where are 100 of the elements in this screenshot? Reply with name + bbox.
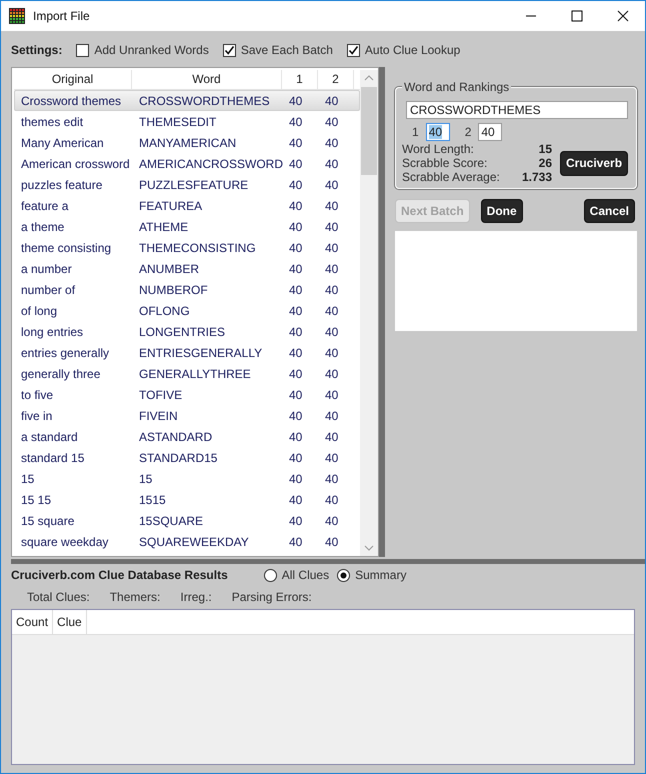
column-header[interactable]: Original	[14, 70, 132, 89]
table-cell-text: ASTANDARD	[138, 430, 214, 444]
table-cell-text: 40	[324, 492, 340, 506]
table-row[interactable]: theme consisting THEMECONSISTING 40 40	[14, 237, 360, 258]
table-row[interactable]: generally three GENERALLYTHREE 40 40	[14, 363, 360, 384]
column-header[interactable]: 1	[282, 70, 318, 89]
stat-label: Word Length:	[402, 142, 475, 156]
table-cell-text: MANYAMERICAN	[138, 136, 238, 150]
table-row[interactable]: of long OFLONG 40 40	[14, 300, 360, 321]
table-cell-text: Crossword themes	[20, 94, 122, 108]
table-cell-text: of long	[20, 304, 58, 318]
table-row[interactable]: square weekday SQUAREWEEKDAY 40 40	[14, 531, 360, 552]
stat-label: Themers:	[110, 590, 160, 604]
table-row[interactable]: entries generally ENTRIESGENERALLY 40 40	[14, 342, 360, 363]
table-row[interactable]: puzzles feature PUZZLESFEATURE 40 40	[14, 174, 360, 195]
table-cell-text: 40	[288, 408, 304, 422]
table-cell-text: 40	[288, 514, 304, 528]
table-row[interactable]: 15 15 40 40	[14, 468, 360, 489]
radio-option[interactable]: All Clues	[264, 568, 330, 582]
table-cell-text: ENTRIESGENERALLY	[138, 346, 264, 360]
checkbox-option[interactable]: Save Each Batch	[222, 43, 333, 57]
table-row[interactable]: a number ANUMBER 40 40	[14, 258, 360, 279]
table-row[interactable]: themes edit THEMESEDIT 40 40	[14, 111, 360, 132]
table-cell-text: 40	[288, 472, 304, 486]
table-cell-text: five in	[20, 408, 54, 422]
table-cell-text: 40	[324, 282, 340, 296]
table-cell-text: 40	[324, 156, 340, 170]
column-header[interactable]: Word	[132, 70, 282, 89]
table-row[interactable]: 15 15 1515 40 40	[14, 489, 360, 510]
ranking-field[interactable]: 40	[426, 123, 450, 141]
table-row[interactable]: to five TOFIVE 40 40	[14, 384, 360, 405]
table-cell-text: 40	[324, 472, 340, 486]
table-row[interactable]: five in FIVEIN 40 40	[14, 405, 360, 426]
table-cell-text: LONGENTRIES	[138, 324, 226, 338]
ranking-field[interactable]: 40	[478, 123, 502, 141]
table-row[interactable]: a theme ATHEME 40 40	[14, 216, 360, 237]
table-cell-text: AMERICANCROSSWORD	[138, 156, 283, 170]
checkbox-option[interactable]: Add Unranked Words	[76, 43, 209, 57]
table-cell-text: theme consisting	[20, 240, 112, 254]
table-cell-text: 15 15	[20, 492, 52, 506]
close-icon[interactable]	[617, 10, 629, 22]
table-cell-text: THEMESEDIT	[138, 114, 218, 128]
stat-label: Scrabble Score:	[402, 156, 488, 170]
checkbox-option[interactable]: Auto Clue Lookup	[346, 43, 460, 57]
table-cell-text: a number	[20, 262, 73, 276]
table-cell-text: 40	[288, 114, 304, 128]
table-cell-text: 40	[288, 388, 304, 402]
table-cell-text: Many American	[20, 136, 105, 150]
table-row[interactable]: standard 15 STANDARD15 40 40	[14, 447, 360, 468]
table-cell-text: NUMBEROF	[138, 282, 209, 296]
maximize-icon[interactable]	[571, 10, 583, 22]
table-cell-text: 40	[324, 94, 340, 108]
action-button[interactable]: Cancel	[584, 199, 636, 223]
scrollbar[interactable]	[360, 70, 378, 556]
radio-option[interactable]: Summary	[337, 568, 406, 582]
table-cell-text: GENERALLYTHREE	[138, 366, 252, 380]
cruciverb-button[interactable]: Cruciverb	[560, 150, 628, 176]
table-cell-text: number of	[20, 282, 76, 296]
action-button[interactable]: Done	[480, 199, 523, 223]
table-cell-text: 1515	[138, 492, 167, 506]
table-row[interactable]: 15 square 15SQUARE 40 40	[14, 510, 360, 531]
table-cell-text: long entries	[20, 324, 84, 338]
table-cell-text: 40	[288, 492, 304, 506]
table-cell-text: entries generally	[20, 346, 110, 360]
scrollbar-thumb[interactable]	[361, 87, 377, 175]
group-legend: Word and Rankings	[402, 80, 512, 94]
table-cell-text: 40	[288, 220, 304, 234]
table-row[interactable]: American crossword AMERICANCROSSWORD 40 40	[14, 153, 360, 174]
table-cell-text: themes edit	[20, 114, 84, 128]
table-cell-text: PUZZLESFEATURE	[138, 178, 250, 192]
table-cell-text: 40	[288, 282, 304, 296]
word-field[interactable]: CROSSWORDTHEMES	[406, 101, 628, 119]
table-cell-text: 40	[324, 220, 340, 234]
table-cell-text: 40	[324, 534, 340, 548]
table-cell-text: 40	[324, 450, 340, 464]
column-header[interactable]: 2	[318, 70, 354, 89]
table-row[interactable]: long entries LONGENTRIES 40 40	[14, 321, 360, 342]
table-row[interactable]: Crossword themes CROSSWORDTHEMES 40 40	[14, 90, 360, 111]
table-cell-text: 40	[288, 94, 304, 108]
table-cell-text: 40	[324, 262, 340, 276]
table-cell-text: feature a	[20, 198, 70, 212]
table-row[interactable]: feature a FEATUREA 40 40	[14, 195, 360, 216]
table-cell-text: CROSSWORDTHEMES	[138, 94, 271, 108]
table-cell-text: 40	[324, 114, 340, 128]
ranking-label: 2	[464, 125, 472, 139]
table-cell-text: 40	[288, 304, 304, 318]
table-cell-text: 40	[288, 324, 304, 338]
table-cell-text: TOFIVE	[138, 388, 184, 402]
table-cell-text: 40	[324, 324, 340, 338]
column-header[interactable]: Clue	[53, 610, 87, 634]
column-header[interactable]: Count	[12, 610, 54, 634]
stat-label: Irreg.:	[180, 590, 212, 604]
table-row[interactable]: number of NUMBEROF 40 40	[14, 279, 360, 300]
table-cell-text: American crossword	[20, 156, 131, 170]
stat-label: Total Clues:	[27, 590, 90, 604]
stat-value: 15	[538, 142, 552, 156]
table-row[interactable]: a standard ASTANDARD 40 40	[14, 426, 360, 447]
table-cell-text: STANDARD15	[138, 450, 218, 464]
stat-value: 26	[538, 156, 552, 170]
table-row[interactable]: Many American MANYAMERICAN 40 40	[14, 132, 360, 153]
